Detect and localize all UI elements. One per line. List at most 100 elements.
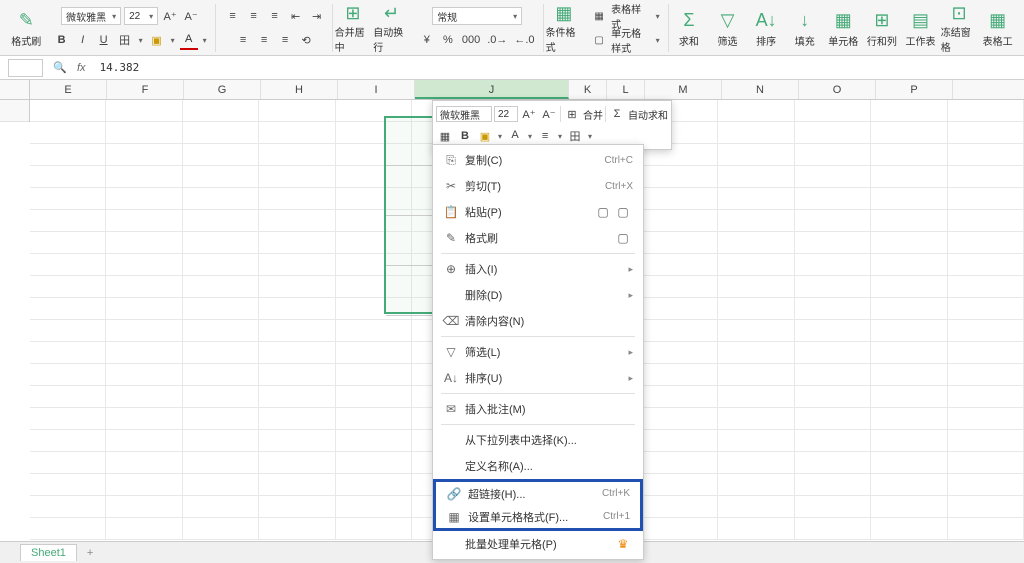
cell[interactable] [183, 452, 259, 473]
rows-cols-button[interactable]: ⊞行和列 [864, 4, 901, 52]
cell[interactable] [336, 452, 412, 473]
cell[interactable] [259, 298, 335, 319]
cell[interactable] [30, 254, 106, 275]
cell[interactable] [183, 100, 259, 121]
cell[interactable] [795, 408, 871, 429]
menu-sort[interactable]: A↓ 排序(U) ▸ [433, 365, 643, 391]
cell[interactable] [259, 122, 335, 143]
cell[interactable] [642, 496, 718, 517]
cell[interactable] [642, 276, 718, 297]
menu-filter[interactable]: ▽ 筛选(L) ▸ [433, 339, 643, 365]
cell[interactable] [795, 342, 871, 363]
cell[interactable] [948, 254, 1024, 275]
sheet-button[interactable]: ▤工作表 [902, 4, 939, 52]
increase-font-icon[interactable]: A⁺ [161, 6, 179, 26]
cell[interactable] [795, 496, 871, 517]
col-header[interactable]: G [184, 80, 261, 99]
underline-icon[interactable]: U [95, 30, 113, 50]
cell[interactable] [106, 496, 182, 517]
cell[interactable] [718, 518, 794, 539]
cell[interactable] [642, 342, 718, 363]
cell[interactable] [106, 100, 182, 121]
cell[interactable] [795, 364, 871, 385]
cell[interactable] [336, 518, 412, 539]
cell[interactable] [259, 386, 335, 407]
cell[interactable] [948, 100, 1024, 121]
cell[interactable] [106, 386, 182, 407]
cell[interactable] [30, 496, 106, 517]
cell[interactable] [718, 232, 794, 253]
cell[interactable] [183, 386, 259, 407]
cell[interactable] [259, 144, 335, 165]
cell[interactable] [948, 386, 1024, 407]
zoom-icon[interactable]: 🔍 [51, 58, 69, 78]
font-color-drop[interactable]: ▾ [201, 36, 209, 45]
orientation-icon[interactable]: ⟲ [297, 30, 315, 50]
cell[interactable] [948, 320, 1024, 341]
cell[interactable] [183, 166, 259, 187]
number-format-combo[interactable]: 常规▾ [432, 7, 522, 25]
cell[interactable] [795, 518, 871, 539]
col-header[interactable]: F [107, 80, 184, 99]
font-color-icon[interactable]: A [180, 30, 198, 50]
cell[interactable] [718, 408, 794, 429]
cell[interactable] [183, 364, 259, 385]
cell[interactable] [30, 474, 106, 495]
font-name-combo[interactable]: 微软雅黑▾ [61, 7, 121, 25]
cell[interactable] [795, 452, 871, 473]
mini-bold-icon[interactable]: B [456, 126, 474, 146]
cell[interactable] [948, 364, 1024, 385]
cell[interactable] [336, 430, 412, 451]
align-right-icon[interactable]: ≡ [276, 30, 294, 50]
cell[interactable] [718, 254, 794, 275]
cell[interactable] [106, 276, 182, 297]
menu-batch[interactable]: 批量处理单元格(P) ♛ [433, 531, 643, 557]
cell[interactable] [183, 276, 259, 297]
cell[interactable] [948, 276, 1024, 297]
sort-button[interactable]: A↓排序 [748, 4, 785, 52]
mini-merge-label[interactable]: 合并 [583, 107, 603, 122]
align-top-icon[interactable]: ≡ [224, 6, 242, 26]
cell[interactable] [106, 518, 182, 539]
align-left-icon[interactable]: ≡ [234, 30, 252, 50]
cell[interactable] [795, 100, 871, 121]
mini-size-combo[interactable]: 22 [494, 106, 518, 122]
cell[interactable] [948, 408, 1024, 429]
menu-insert[interactable]: ⊕ 插入(I) ▸ [433, 256, 643, 282]
col-header[interactable]: L [607, 80, 645, 99]
percent-icon[interactable]: % [439, 30, 457, 50]
cell[interactable] [259, 166, 335, 187]
col-header[interactable]: E [30, 80, 107, 99]
cell[interactable] [642, 386, 718, 407]
cell[interactable] [871, 144, 947, 165]
menu-delete[interactable]: 删除(D) ▸ [433, 282, 643, 308]
cell[interactable] [259, 232, 335, 253]
cell[interactable] [871, 408, 947, 429]
cell[interactable] [871, 166, 947, 187]
cell[interactable] [642, 408, 718, 429]
cell[interactable] [259, 430, 335, 451]
mini-dec-font-icon[interactable]: A⁻ [540, 104, 558, 124]
menu-copy[interactable]: ⎘ 复制(C) Ctrl+C [433, 147, 643, 173]
cell[interactable] [871, 210, 947, 231]
cell-style-icon[interactable]: ▢ [590, 30, 608, 50]
cell[interactable] [871, 386, 947, 407]
cell[interactable] [30, 188, 106, 209]
cell[interactable] [30, 210, 106, 231]
cell[interactable] [948, 342, 1024, 363]
cell[interactable] [642, 364, 718, 385]
cell[interactable] [30, 166, 106, 187]
col-header-selected[interactable]: J [415, 80, 569, 99]
cell[interactable] [183, 210, 259, 231]
indent-inc-icon[interactable]: ⇥ [308, 6, 326, 26]
cell[interactable] [718, 166, 794, 187]
sum-button[interactable]: Σ求和 [671, 4, 708, 52]
align-middle-icon[interactable]: ≡ [245, 6, 263, 26]
cell[interactable] [259, 276, 335, 297]
cell[interactable] [259, 474, 335, 495]
cell[interactable] [718, 188, 794, 209]
cell[interactable] [718, 320, 794, 341]
cell[interactable] [183, 122, 259, 143]
align-center-icon[interactable]: ≡ [255, 30, 273, 50]
col-header[interactable]: H [261, 80, 338, 99]
